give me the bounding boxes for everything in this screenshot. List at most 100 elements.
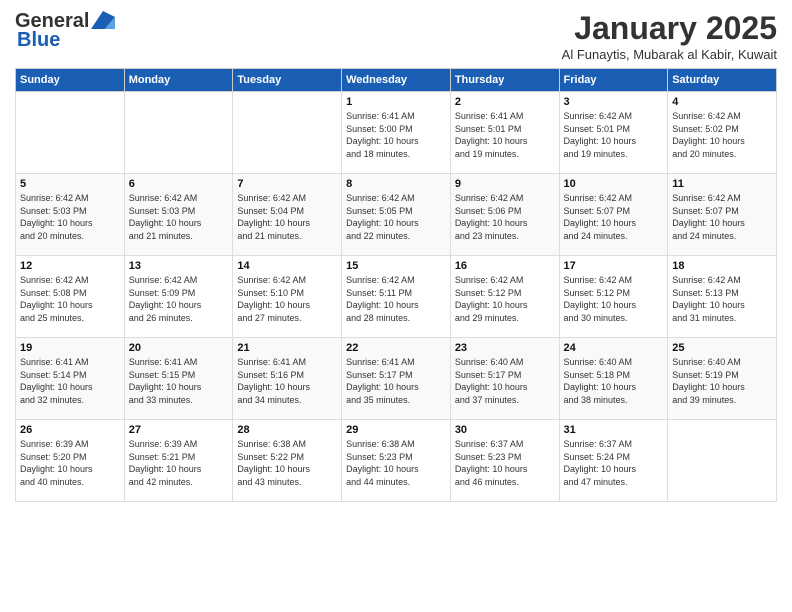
day-info: Sunrise: 6:42 AMSunset: 5:13 PMDaylight:… xyxy=(672,274,772,324)
day-number: 19 xyxy=(20,342,120,354)
day-info: Sunrise: 6:42 AMSunset: 5:02 PMDaylight:… xyxy=(672,110,772,160)
day-info: Sunrise: 6:41 AMSunset: 5:01 PMDaylight:… xyxy=(455,110,555,160)
day-info: Sunrise: 6:42 AMSunset: 5:12 PMDaylight:… xyxy=(564,274,664,324)
day-number: 20 xyxy=(129,342,229,354)
day-cell: 12 Sunrise: 6:42 AMSunset: 5:08 PMDayligh… xyxy=(16,256,125,338)
logo-icon xyxy=(91,11,115,29)
day-cell: 24 Sunrise: 6:40 AMSunset: 5:18 PMDayligh… xyxy=(559,338,668,420)
day-info: Sunrise: 6:42 AMSunset: 5:04 PMDaylight:… xyxy=(237,192,337,242)
day-cell: 10Sunrise: 6:42 AMSunset: 5:07 PMDayligh… xyxy=(559,174,668,256)
day-info: Sunrise: 6:42 AMSunset: 5:03 PMDaylight:… xyxy=(20,192,120,242)
day-number: 8 xyxy=(346,178,446,190)
day-info: Sunrise: 6:42 AMSunset: 5:07 PMDaylight:… xyxy=(672,192,772,242)
day-info: Sunrise: 6:40 AMSunset: 5:19 PMDaylight:… xyxy=(672,356,772,406)
day-cell: 17 Sunrise: 6:42 AMSunset: 5:12 PMDayligh… xyxy=(559,256,668,338)
day-number: 9 xyxy=(455,178,555,190)
day-number: 18 xyxy=(672,260,772,272)
day-number: 11 xyxy=(672,178,772,190)
day-cell: 8 Sunrise: 6:42 AMSunset: 5:05 PMDaylight… xyxy=(342,174,451,256)
day-number: 5 xyxy=(20,178,120,190)
day-cell: 23Sunrise: 6:40 AMSunset: 5:17 PMDayligh… xyxy=(450,338,559,420)
week-row-2: 5 Sunrise: 6:42 AMSunset: 5:03 PMDaylight… xyxy=(16,174,777,256)
header-day-sunday: Sunday xyxy=(16,69,125,92)
day-number: 7 xyxy=(237,178,337,190)
logo-blue: Blue xyxy=(17,29,60,52)
day-number: 21 xyxy=(237,342,337,354)
day-number: 4 xyxy=(672,96,772,108)
calendar-table: SundayMondayTuesdayWednesdayThursdayFrid… xyxy=(15,68,777,502)
week-row-5: 26Sunrise: 6:39 AMSunset: 5:20 PMDayligh… xyxy=(16,420,777,502)
day-info: Sunrise: 6:42 AMSunset: 5:10 PMDaylight:… xyxy=(237,274,337,324)
day-number: 13 xyxy=(129,260,229,272)
day-info: Sunrise: 6:38 AMSunset: 5:23 PMDaylight:… xyxy=(346,438,446,488)
day-info: Sunrise: 6:37 AMSunset: 5:24 PMDaylight:… xyxy=(564,438,664,488)
day-cell: 6Sunrise: 6:42 AMSunset: 5:03 PMDaylight… xyxy=(124,174,233,256)
day-info: Sunrise: 6:41 AMSunset: 5:00 PMDaylight:… xyxy=(346,110,446,160)
day-number: 31 xyxy=(564,424,664,436)
day-cell: 21 Sunrise: 6:41 AMSunset: 5:16 PMDayligh… xyxy=(233,338,342,420)
day-info: Sunrise: 6:42 AMSunset: 5:12 PMDaylight:… xyxy=(455,274,555,324)
day-info: Sunrise: 6:42 AMSunset: 5:11 PMDaylight:… xyxy=(346,274,446,324)
day-cell: 31 Sunrise: 6:37 AMSunset: 5:24 PMDayligh… xyxy=(559,420,668,502)
day-number: 30 xyxy=(455,424,555,436)
day-number: 1 xyxy=(346,96,446,108)
header-row: SundayMondayTuesdayWednesdayThursdayFrid… xyxy=(16,69,777,92)
header-day-tuesday: Tuesday xyxy=(233,69,342,92)
day-number: 17 xyxy=(564,260,664,272)
day-number: 16 xyxy=(455,260,555,272)
day-info: Sunrise: 6:42 AMSunset: 5:07 PMDaylight:… xyxy=(564,192,664,242)
day-cell: 13 Sunrise: 6:42 AMSunset: 5:09 PMDayligh… xyxy=(124,256,233,338)
logo: General Blue xyxy=(15,10,115,52)
page-container: General Blue January 2025 Al Funaytis, M… xyxy=(0,0,792,512)
week-row-3: 12 Sunrise: 6:42 AMSunset: 5:08 PMDayligh… xyxy=(16,256,777,338)
day-number: 25 xyxy=(672,342,772,354)
day-cell: 2 Sunrise: 6:41 AMSunset: 5:01 PMDaylight… xyxy=(450,92,559,174)
day-cell: 25 Sunrise: 6:40 AMSunset: 5:19 PMDayligh… xyxy=(668,338,777,420)
day-cell: 9 Sunrise: 6:42 AMSunset: 5:06 PMDaylight… xyxy=(450,174,559,256)
header-day-wednesday: Wednesday xyxy=(342,69,451,92)
day-number: 14 xyxy=(237,260,337,272)
day-number: 2 xyxy=(455,96,555,108)
header-day-monday: Monday xyxy=(124,69,233,92)
day-number: 27 xyxy=(129,424,229,436)
header-day-thursday: Thursday xyxy=(450,69,559,92)
day-number: 29 xyxy=(346,424,446,436)
day-number: 3 xyxy=(564,96,664,108)
day-number: 12 xyxy=(20,260,120,272)
title-block: January 2025 Al Funaytis, Mubarak al Kab… xyxy=(562,10,777,62)
day-info: Sunrise: 6:42 AMSunset: 5:01 PMDaylight:… xyxy=(564,110,664,160)
day-cell xyxy=(668,420,777,502)
day-number: 6 xyxy=(129,178,229,190)
month-title: January 2025 xyxy=(562,10,777,47)
day-cell xyxy=(124,92,233,174)
day-cell: 3 Sunrise: 6:42 AMSunset: 5:01 PMDaylight… xyxy=(559,92,668,174)
day-info: Sunrise: 6:42 AMSunset: 5:08 PMDaylight:… xyxy=(20,274,120,324)
day-cell xyxy=(233,92,342,174)
day-cell: 22 Sunrise: 6:41 AMSunset: 5:17 PMDayligh… xyxy=(342,338,451,420)
day-info: Sunrise: 6:42 AMSunset: 5:05 PMDaylight:… xyxy=(346,192,446,242)
day-info: Sunrise: 6:41 AMSunset: 5:15 PMDaylight:… xyxy=(129,356,229,406)
day-info: Sunrise: 6:42 AMSunset: 5:09 PMDaylight:… xyxy=(129,274,229,324)
day-number: 24 xyxy=(564,342,664,354)
day-cell: 14 Sunrise: 6:42 AMSunset: 5:10 PMDayligh… xyxy=(233,256,342,338)
day-cell: 29 Sunrise: 6:38 AMSunset: 5:23 PMDayligh… xyxy=(342,420,451,502)
day-cell: 15 Sunrise: 6:42 AMSunset: 5:11 PMDayligh… xyxy=(342,256,451,338)
day-number: 28 xyxy=(237,424,337,436)
day-cell: 30 Sunrise: 6:37 AMSunset: 5:23 PMDayligh… xyxy=(450,420,559,502)
week-row-1: 1 Sunrise: 6:41 AMSunset: 5:00 PMDaylight… xyxy=(16,92,777,174)
day-info: Sunrise: 6:37 AMSunset: 5:23 PMDaylight:… xyxy=(455,438,555,488)
day-cell: 16 Sunrise: 6:42 AMSunset: 5:12 PMDayligh… xyxy=(450,256,559,338)
location-subtitle: Al Funaytis, Mubarak al Kabir, Kuwait xyxy=(562,47,777,62)
day-number: 22 xyxy=(346,342,446,354)
day-cell: 11 Sunrise: 6:42 AMSunset: 5:07 PMDayligh… xyxy=(668,174,777,256)
day-info: Sunrise: 6:40 AMSunset: 5:18 PMDaylight:… xyxy=(564,356,664,406)
day-info: Sunrise: 6:41 AMSunset: 5:17 PMDaylight:… xyxy=(346,356,446,406)
day-info: Sunrise: 6:41 AMSunset: 5:16 PMDaylight:… xyxy=(237,356,337,406)
header-day-saturday: Saturday xyxy=(668,69,777,92)
day-info: Sunrise: 6:42 AMSunset: 5:06 PMDaylight:… xyxy=(455,192,555,242)
day-cell: 27Sunrise: 6:39 AMSunset: 5:21 PMDayligh… xyxy=(124,420,233,502)
day-number: 15 xyxy=(346,260,446,272)
day-cell: 4 Sunrise: 6:42 AMSunset: 5:02 PMDaylight… xyxy=(668,92,777,174)
day-cell: 18 Sunrise: 6:42 AMSunset: 5:13 PMDayligh… xyxy=(668,256,777,338)
day-info: Sunrise: 6:38 AMSunset: 5:22 PMDaylight:… xyxy=(237,438,337,488)
